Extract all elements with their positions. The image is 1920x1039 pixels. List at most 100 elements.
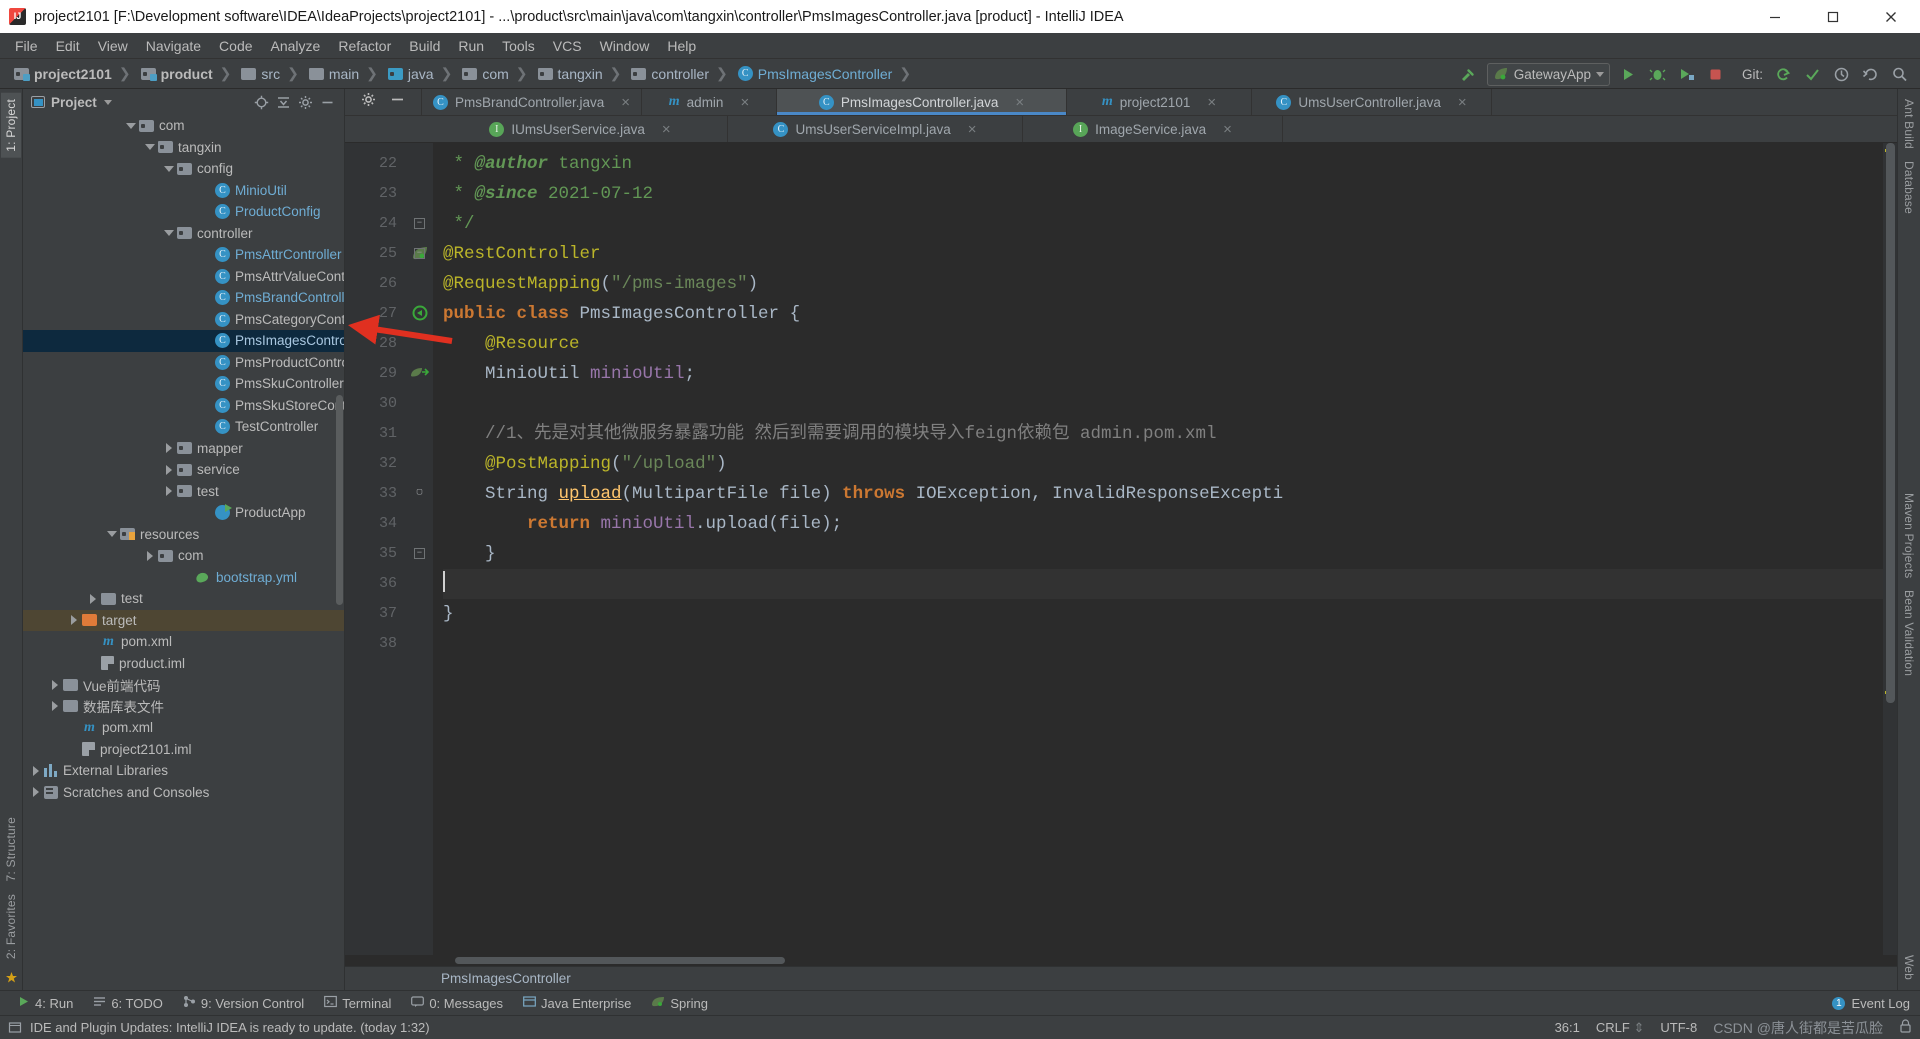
vertical-scrollbar-thumb[interactable] xyxy=(1886,143,1895,703)
menu-code[interactable]: Code xyxy=(210,34,261,58)
menu-run[interactable]: Run xyxy=(449,34,493,58)
chevron-right-icon[interactable] xyxy=(162,463,175,476)
editor-tab-umsuserserviceimpl-java[interactable]: C UmsUserServiceImpl.java × xyxy=(728,116,1023,142)
gutter-line-number[interactable]: 32 xyxy=(345,449,433,479)
tree-item-service[interactable]: service xyxy=(23,459,344,481)
gutter-line-number[interactable]: 28 xyxy=(345,329,433,359)
editor-tab-pmsimagescontroller-java[interactable]: C PmsImagesController.java × xyxy=(777,89,1067,115)
menu-navigate[interactable]: Navigate xyxy=(137,34,210,58)
close-icon[interactable]: × xyxy=(621,95,630,110)
tree-item-pmsattrvaluecontroller[interactable]: C PmsAttrValueController xyxy=(23,266,344,288)
project-tree[interactable]: com tangxin config C MinioUtil C ProductConfig… xyxy=(23,115,344,990)
chevron-right-icon[interactable] xyxy=(29,764,42,777)
code-fold-icon[interactable]: − xyxy=(414,548,425,559)
minimize-icon[interactable] xyxy=(1746,0,1804,33)
breadcrumb-tangxin[interactable]: tangxin ❯ xyxy=(534,59,628,89)
menu-edit[interactable]: Edit xyxy=(47,34,89,58)
tree-item-test[interactable]: test xyxy=(23,481,344,503)
gutter-line-number[interactable]: 26 xyxy=(345,269,433,299)
build-hammer-icon[interactable] xyxy=(1455,62,1481,86)
bottom-tool-0-messages[interactable]: 0: Messages xyxy=(402,993,512,1014)
editor-tab-imageservice-java[interactable]: I ImageService.java × xyxy=(1023,116,1283,142)
breadcrumb-product[interactable]: product ❯ xyxy=(137,59,238,89)
gutter-line-number[interactable]: 31 xyxy=(345,419,433,449)
gutter-line-number[interactable]: 37 xyxy=(345,599,433,629)
tree-item-pmsattrcontroller[interactable]: C PmsAttrController xyxy=(23,244,344,266)
menu-view[interactable]: View xyxy=(89,34,137,58)
breadcrumb-com[interactable]: com ❯ xyxy=(458,59,533,89)
menu-tools[interactable]: Tools xyxy=(493,34,544,58)
lock-icon[interactable] xyxy=(1899,1019,1912,1036)
tree-item-minioutil[interactable]: C MinioUtil xyxy=(23,180,344,202)
tool-window-project[interactable]: 1: Project xyxy=(1,93,21,158)
tree-item-project2101-iml[interactable]: project2101.iml xyxy=(23,739,344,761)
chevron-down-icon[interactable] xyxy=(162,227,175,240)
tree-item-productapp[interactable]: ProductApp xyxy=(23,502,344,524)
tree-item-target[interactable]: target xyxy=(23,609,344,631)
git-commit-icon[interactable] xyxy=(1799,62,1825,86)
spring-component-icon[interactable] xyxy=(409,304,429,324)
tree-item-com[interactable]: com xyxy=(23,545,344,567)
tool-window-structure[interactable]: 7: Structure xyxy=(1,811,21,887)
chevron-right-icon[interactable] xyxy=(48,678,61,691)
file-encoding[interactable]: UTF-8 xyxy=(1660,1020,1697,1035)
menu-build[interactable]: Build xyxy=(400,34,449,58)
bottom-tool-6-todo[interactable]: 6: TODO xyxy=(84,993,172,1014)
collapse-all-icon[interactable] xyxy=(272,91,294,113)
undo-icon[interactable] xyxy=(1857,62,1883,86)
caret-position[interactable]: 36:1 xyxy=(1555,1020,1580,1035)
tree-item-test[interactable]: test xyxy=(23,588,344,610)
panel-settings-gear-icon[interactable] xyxy=(294,91,316,113)
code-content[interactable]: * @author tangxin * @since 2021-07-12 */… xyxy=(433,143,1883,955)
hide-panel-icon[interactable] xyxy=(316,91,338,113)
stop-icon[interactable] xyxy=(1703,62,1729,86)
chevron-down-icon[interactable] xyxy=(143,141,156,154)
tree-item-resources[interactable]: resources xyxy=(23,524,344,546)
tree-item-pmsskustorecontroller[interactable]: C PmsSkuStoreController xyxy=(23,395,344,417)
bottom-tool-spring[interactable]: Spring xyxy=(642,993,717,1014)
chevron-right-icon[interactable] xyxy=(143,549,156,562)
bottom-tool-terminal[interactable]: Terminal xyxy=(315,993,400,1014)
bottom-tool-java-enterprise[interactable]: Java Enterprise xyxy=(514,993,640,1014)
editor-gutter[interactable]: 22 23 24−25−26 27 28 29 30 31 32 33 ▢ 34 35−36 37 38 xyxy=(345,143,433,955)
tree-item-scratches-and-consoles[interactable]: Scratches and Consoles xyxy=(23,782,344,804)
tool-window-maven-projects[interactable]: Maven Projects xyxy=(1899,487,1919,585)
gutter-line-number[interactable]: 27 xyxy=(345,299,433,329)
chevron-right-icon[interactable] xyxy=(29,786,42,799)
close-icon[interactable]: × xyxy=(1015,95,1024,110)
breadcrumb-main[interactable]: main ❯ xyxy=(305,59,384,89)
tool-window-database[interactable]: Database xyxy=(1899,155,1919,220)
tree-item-com[interactable]: com xyxy=(23,115,344,137)
run-with-coverage-icon[interactable] xyxy=(1674,62,1700,86)
horizontal-scrollbar-thumb[interactable] xyxy=(455,957,785,964)
bottom-tool-9-version-control[interactable]: 9: Version Control xyxy=(174,993,313,1014)
chevron-right-icon[interactable] xyxy=(162,485,175,498)
gutter-line-number[interactable]: 29 xyxy=(345,359,433,389)
gutter-line-number[interactable]: 34 xyxy=(345,509,433,539)
editor-tab-admin[interactable]: m admin × xyxy=(642,89,777,115)
chevron-down-icon[interactable] xyxy=(105,528,118,541)
breadcrumb-controller[interactable]: controller ❯ xyxy=(627,59,733,89)
git-update-icon[interactable] xyxy=(1770,62,1796,86)
tree-item-pmscategorycontroller[interactable]: C PmsCategoryController xyxy=(23,309,344,331)
gutter-line-number[interactable]: 23 xyxy=(345,179,433,209)
tree-item-external-libraries[interactable]: External Libraries xyxy=(23,760,344,782)
breadcrumb-java[interactable]: java ❯ xyxy=(384,59,458,89)
chevron-right-icon[interactable] xyxy=(86,592,99,605)
tree-item-pom-xml[interactable]: m pom.xml xyxy=(23,717,344,739)
bottom-tool-4-run[interactable]: 4: Run xyxy=(8,993,82,1014)
menu-help[interactable]: Help xyxy=(658,34,705,58)
menu-vcs[interactable]: VCS xyxy=(544,34,591,58)
menu-file[interactable]: File xyxy=(6,34,47,58)
close-icon[interactable]: × xyxy=(968,122,977,137)
gutter-line-number[interactable]: 38 xyxy=(345,629,433,659)
close-icon[interactable] xyxy=(1862,0,1920,33)
menu-analyze[interactable]: Analyze xyxy=(262,34,330,58)
code-fold-icon[interactable]: ▢ xyxy=(414,488,425,499)
gutter-line-number[interactable]: 24− xyxy=(345,209,433,239)
gear-icon[interactable] xyxy=(361,92,376,112)
gutter-line-number[interactable]: 22 xyxy=(345,149,433,179)
chevron-down-icon[interactable] xyxy=(162,162,175,175)
tree-item-testcontroller[interactable]: C TestController xyxy=(23,416,344,438)
close-icon[interactable]: × xyxy=(1207,95,1216,110)
